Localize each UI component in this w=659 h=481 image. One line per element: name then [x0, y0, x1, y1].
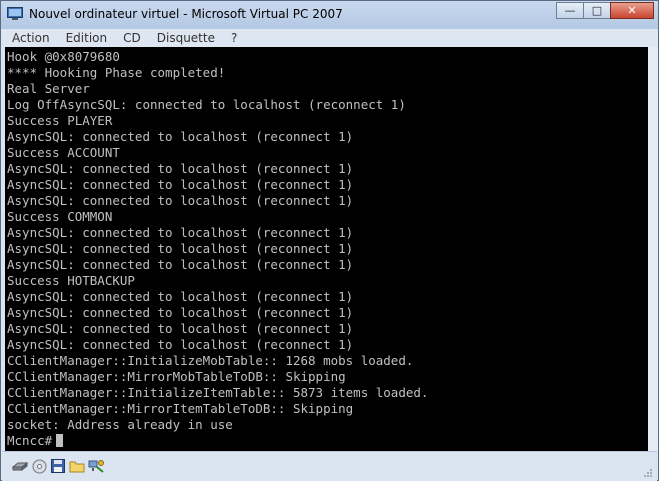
console-line: AsyncSQL: connected to localhost (reconn…	[7, 177, 354, 192]
window-controls: — □ ✕	[556, 2, 654, 19]
console-line: CClientManager::InitializeItemTable:: 58…	[7, 385, 429, 400]
console-line: CClientManager::MirrorMobTableToDB:: Ski…	[7, 369, 346, 384]
console-line: AsyncSQL: connected to localhost (reconn…	[7, 337, 354, 352]
vm-console-screen[interactable]: Hook @0x8079680 **** Hooking Phase comple…	[5, 47, 648, 451]
resize-grip-icon[interactable]	[643, 468, 653, 478]
menu-bar: Action Edition CD Disquette ?	[2, 29, 657, 47]
console-line: AsyncSQL: connected to localhost (reconn…	[7, 241, 354, 256]
close-icon: ✕	[627, 4, 637, 17]
text-cursor	[56, 434, 64, 447]
maximize-button[interactable]: □	[583, 2, 611, 19]
console-line: Hook @0x8079680	[7, 49, 120, 64]
console-line: Log OffAsyncSQL: connected to localhost …	[7, 97, 406, 112]
hard-disk-icon[interactable]	[12, 458, 28, 474]
console-line: Real Server	[7, 81, 90, 96]
menu-action[interactable]: Action	[2, 31, 57, 45]
window-title: Nouvel ordinateur virtuel - Microsoft Vi…	[29, 7, 343, 21]
maximize-icon: □	[591, 4, 603, 17]
console-line: **** Hooking Phase completed!	[7, 65, 226, 80]
status-icons	[12, 458, 104, 474]
console-line: AsyncSQL: connected to localhost (reconn…	[7, 289, 354, 304]
virtual-pc-icon	[7, 7, 23, 20]
console-line: Success HOTBACKUP	[7, 273, 135, 288]
shared-folder-icon[interactable]	[69, 458, 85, 474]
floppy-icon[interactable]	[50, 458, 66, 474]
console-line: CClientManager::InitializeMobTable:: 126…	[7, 353, 414, 368]
console-right-edge	[648, 47, 658, 451]
console-line: Success PLAYER	[7, 113, 113, 128]
console-line: AsyncSQL: connected to localhost (reconn…	[7, 161, 354, 176]
menu-disquette[interactable]: Disquette	[148, 31, 222, 45]
console-line: AsyncSQL: connected to localhost (reconn…	[7, 225, 354, 240]
console-line: Success COMMON	[7, 209, 113, 224]
console-line: AsyncSQL: connected to localhost (reconn…	[7, 129, 354, 144]
console-line: Success ACCOUNT	[7, 145, 120, 160]
console-prompt: Mcncc#	[7, 433, 53, 448]
console-line: AsyncSQL: connected to localhost (reconn…	[7, 193, 354, 208]
network-icon[interactable]	[88, 458, 104, 474]
console-line: CClientManager::MirrorItemTableToDB:: Sk…	[7, 401, 354, 416]
vpc-window: Nouvel ordinateur virtuel - Microsoft Vi…	[0, 0, 659, 481]
console-prompt-line: Mcncc#	[7, 433, 648, 449]
menu-cd[interactable]: CD	[114, 31, 148, 45]
menu-help[interactable]: ?	[222, 31, 244, 45]
console-line: AsyncSQL: connected to localhost (reconn…	[7, 305, 354, 320]
cd-icon[interactable]	[31, 458, 47, 474]
close-button[interactable]: ✕	[610, 2, 654, 19]
status-bar	[2, 451, 657, 481]
console-line: AsyncSQL: connected to localhost (reconn…	[7, 321, 354, 336]
minimize-icon: —	[564, 4, 576, 17]
title-bar[interactable]: Nouvel ordinateur virtuel - Microsoft Vi…	[1, 1, 658, 29]
console-line: socket: Address already in use	[7, 417, 233, 432]
minimize-button[interactable]: —	[556, 2, 584, 19]
console-line: AsyncSQL: connected to localhost (reconn…	[7, 257, 354, 272]
console-output: Hook @0x8079680 **** Hooking Phase comple…	[5, 47, 648, 449]
menu-edition[interactable]: Edition	[57, 31, 115, 45]
